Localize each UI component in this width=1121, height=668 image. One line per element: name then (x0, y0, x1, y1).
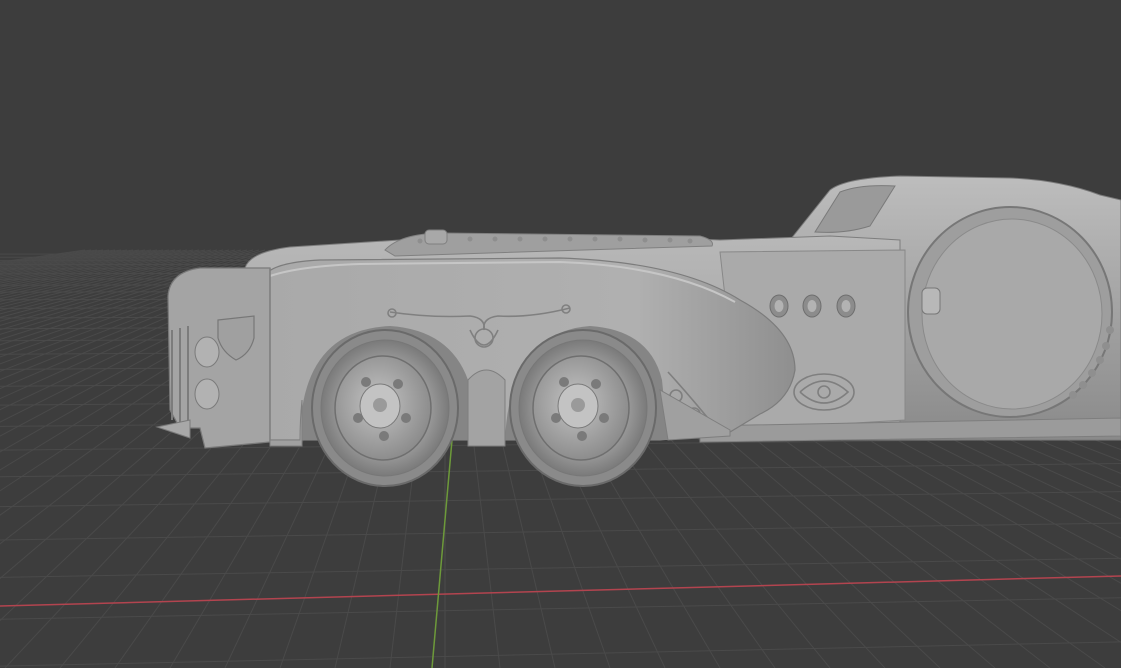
rear-door-handle (921, 287, 941, 315)
rear-wheel (509, 329, 657, 487)
rear-wheel-cover-inner (921, 218, 1103, 410)
x-axis-line (0, 575, 1121, 607)
car-model[interactable] (155, 175, 1121, 487)
hood-cap (424, 229, 448, 245)
viewport-canvas[interactable] (0, 0, 1121, 668)
wheel-divider-skirt (467, 369, 506, 447)
3d-viewport[interactable] (0, 0, 1121, 668)
y-axis-line (431, 439, 453, 668)
front-wheel (311, 329, 459, 487)
front-spoiler (155, 419, 191, 439)
